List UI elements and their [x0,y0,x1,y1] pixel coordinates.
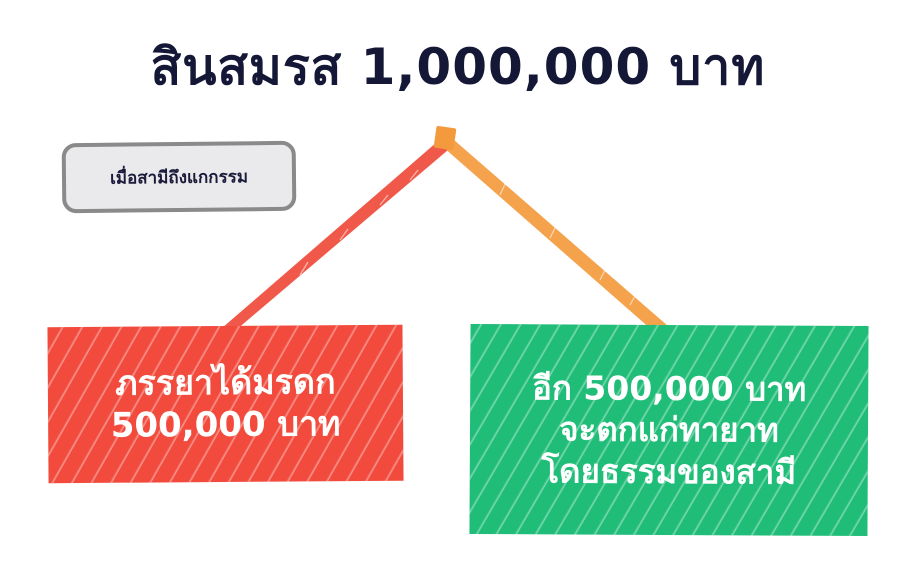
heirs-inheritance-box: อีก 500,000 บาท จะตกแก่ทายาท โดยธรรมของส… [469,323,869,537]
wife-inheritance-line-2: 500,000 บาท [110,404,341,446]
heirs-inheritance-line-1: อีก 500,000 บาท [531,368,807,409]
connector-knot [433,125,457,151]
heirs-inheritance-line-2: จะตกแก่ทายาท [559,409,779,450]
left-connector [222,142,448,330]
heirs-inheritance-line-3: โดยธรรมของสามี [541,450,797,492]
wife-inheritance-line-1: ภรรยาได้มรดก [114,361,336,404]
wife-inheritance-box: ภรรยาได้มรดก 500,000 บาท [47,324,404,484]
right-connector [443,140,668,330]
